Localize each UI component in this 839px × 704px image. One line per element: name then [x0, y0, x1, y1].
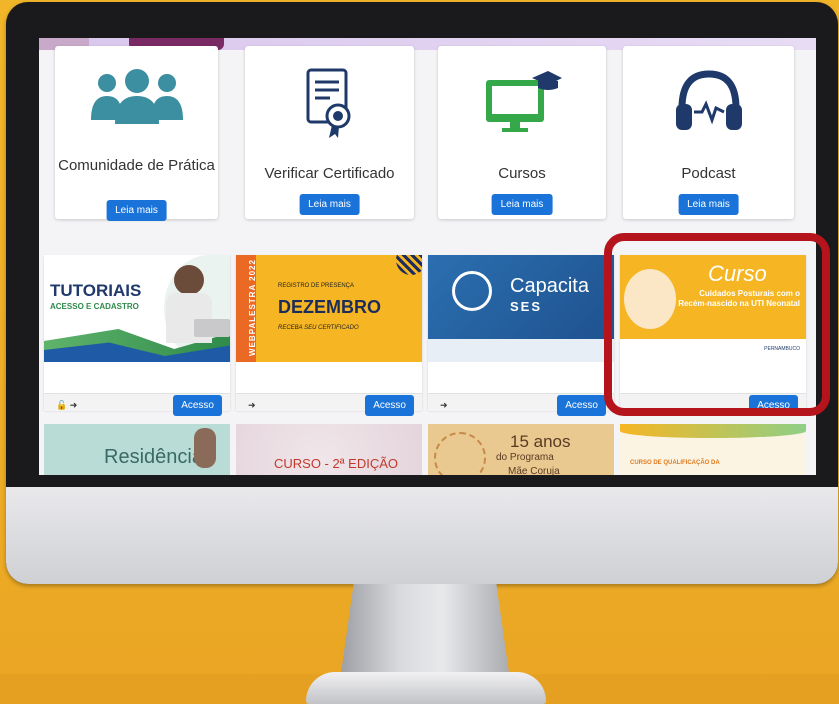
card-title: Comunidade de Prática	[58, 157, 215, 174]
course-tile-mae-coruja[interactable]: 15 anos do Programa Mãe Coruja	[428, 424, 614, 475]
acesso-button[interactable]: Acesso	[173, 395, 222, 416]
tile-image	[194, 428, 216, 468]
monitor-base	[306, 672, 546, 704]
banner-title: Capacita	[510, 275, 589, 297]
tile-text: Residência	[104, 446, 203, 468]
leia-mais-button[interactable]: Leia mais	[106, 200, 167, 221]
tile-text: CURSO DE QUALIFICAÇÃO DA	[630, 460, 720, 466]
tile-banner: TUTORIAIS ACESSO E CADASTRO	[44, 255, 230, 362]
banner-subtitle: SES	[510, 299, 543, 314]
tile-text: Mãe Coruja	[508, 466, 560, 475]
highlight-box	[604, 233, 830, 416]
card-title: Verificar Certificado	[264, 165, 395, 182]
community-icon	[89, 68, 185, 131]
course-tile-capacita[interactable]: Capacita SES ➜ Acesso	[428, 255, 614, 416]
leia-mais-button[interactable]: Leia mais	[491, 194, 553, 215]
certificate-icon	[304, 68, 356, 145]
card-podcast: Podcast Leia mais	[623, 46, 794, 219]
tile-text: CURSO - 2ª EDIÇÃO	[274, 456, 398, 471]
course-tile-qualificacao[interactable]: CURSO DE QUALIFICAÇÃO DA	[620, 424, 806, 475]
banner-title: DEZEMBRO	[278, 297, 381, 317]
acesso-button[interactable]: Acesso	[365, 395, 414, 416]
person-image	[174, 265, 204, 295]
acesso-button[interactable]: Acesso	[557, 395, 606, 416]
card-title: Podcast	[681, 165, 736, 182]
login-icon: ➜	[248, 400, 256, 410]
tile-text: 15 anos	[510, 432, 571, 451]
tile-decoration	[620, 424, 806, 438]
banner-side-text: WEBPALESTRA 2022	[247, 259, 257, 356]
card-certificado: Verificar Certificado Leia mais	[245, 46, 414, 219]
card-title: Cursos	[498, 165, 546, 182]
headphones-icon	[674, 68, 744, 139]
tile-banner: Capacita SES	[428, 255, 614, 362]
banner-title: TUTORIAIS	[50, 281, 142, 300]
course-tile-webpalestra[interactable]: WEBPALESTRA 2022 REGISTRO DE PRESENÇA DE…	[236, 255, 422, 416]
monitor-chin	[6, 487, 838, 584]
banner-subtitle: ACESSO E CADASTRO	[50, 302, 139, 311]
tile-text: do Programa	[496, 452, 554, 463]
banner-subtitle: RECEBA SEU CERTIFICADO	[278, 325, 359, 331]
card-cursos: Cursos Leia mais	[438, 46, 606, 219]
banner-top-text: REGISTRO DE PRESENÇA	[278, 283, 355, 289]
leia-mais-button[interactable]: Leia mais	[299, 194, 360, 215]
course-tile-tutoriais[interactable]: TUTORIAIS ACESSO E CADASTRO 🔓 ➜ Acesso	[44, 255, 230, 416]
course-tile-curso-edicao[interactable]: CURSO - 2ª EDIÇÃO	[236, 424, 422, 475]
banner-decoration	[396, 255, 422, 275]
card-comunidade: Comunidade de Prática Leia mais	[55, 46, 218, 221]
laptop-image	[194, 319, 230, 337]
tile-banner: WEBPALESTRA 2022 REGISTRO DE PRESENÇA DE…	[236, 255, 422, 362]
course-tile-residencia[interactable]: Residência	[44, 424, 230, 475]
leia-mais-button[interactable]: Leia mais	[678, 194, 739, 215]
refresh-icon	[452, 271, 492, 311]
lock-icon: 🔓 ➜	[56, 400, 78, 410]
computer-graduation-icon	[482, 68, 562, 139]
banner-logo-strip	[428, 339, 614, 362]
login-icon: ➜	[440, 400, 448, 410]
tile-decoration	[434, 432, 486, 475]
monitor-stand	[340, 584, 510, 680]
